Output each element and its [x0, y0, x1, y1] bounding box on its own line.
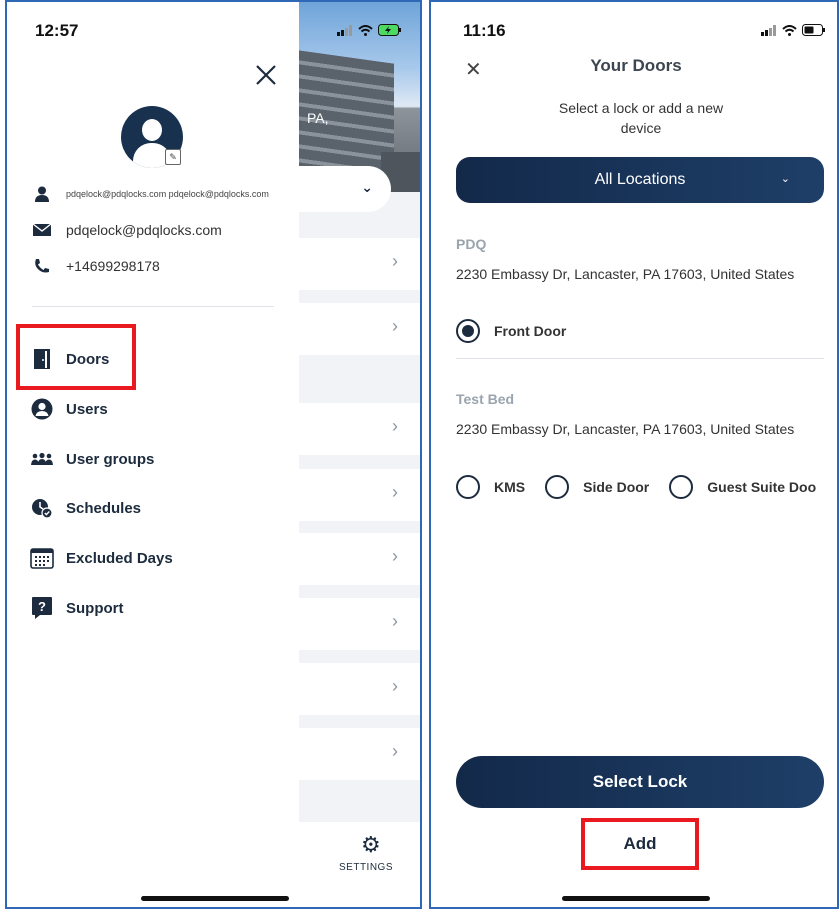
add-button[interactable]: Add	[581, 818, 699, 870]
wifi-icon	[782, 24, 797, 36]
status-icons	[761, 24, 826, 36]
chevron-right-icon: ›	[392, 676, 398, 696]
door-label[interactable]: KMS	[494, 479, 525, 495]
side-drawer: 12:57 ✎ pdqelock@pdqlocks.com pdqelock@p…	[7, 2, 299, 907]
user-group-icon	[29, 448, 55, 470]
phone-row: +14699298178	[32, 258, 160, 274]
door-radio-kms[interactable]	[456, 475, 480, 499]
user-circle-icon	[29, 398, 55, 420]
status-time: 11:16	[463, 21, 506, 40]
wifi-icon	[358, 24, 373, 36]
gear-icon: ⚙	[361, 832, 381, 857]
door-radio-side-door[interactable]	[545, 475, 570, 499]
list-item[interactable]: ›	[299, 238, 420, 290]
list-item[interactable]: ›	[299, 403, 420, 455]
list-item[interactable]: ›	[299, 598, 420, 650]
menu-item-label: Schedules	[66, 499, 142, 517]
right-phone-screen: 11:16 ✕ Your Doors Select a lock or add …	[429, 0, 839, 909]
list-item[interactable]: ›	[299, 303, 420, 355]
background-home-screen: PA, ⌄ › › › › › › › › ⚙ SETTINGS	[299, 2, 420, 907]
help-icon: ?	[29, 597, 55, 619]
door-radio-front-door[interactable]	[456, 319, 480, 343]
divider	[456, 358, 824, 359]
chevron-right-icon: ›	[392, 482, 398, 502]
chevron-right-icon: ›	[392, 546, 398, 566]
signal-icon	[761, 24, 776, 36]
left-phone-screen: PA, ⌄ › › › › › › › › ⚙ SETTINGS 12:57 ✎	[5, 0, 422, 909]
calendar-icon	[29, 547, 55, 569]
edit-icon[interactable]: ✎	[165, 149, 181, 165]
menu-item-label: Users	[66, 400, 108, 418]
list-item[interactable]: ›	[299, 533, 420, 585]
battery-charging-icon	[378, 24, 401, 36]
chevron-right-icon: ›	[392, 741, 398, 761]
home-indicator[interactable]	[141, 896, 289, 901]
divider	[32, 306, 274, 307]
status-time: 12:57	[35, 21, 79, 40]
envelope-icon	[32, 223, 52, 236]
email-row: pdqelock@pdqlocks.com	[32, 222, 222, 238]
doors-highlight-annotation	[16, 324, 136, 390]
door-label[interactable]: Side Door	[583, 479, 649, 495]
page-subtitle: Select a lock or add a new device	[558, 100, 724, 136]
location-group-name: PDQ	[456, 236, 487, 252]
menu-item-support[interactable]: ? Support	[29, 593, 124, 623]
location-select-value: All Locations	[594, 171, 686, 188]
user-email: pdqelock@pdqlocks.com	[66, 222, 222, 238]
menu-item-user-groups[interactable]: User groups	[29, 444, 154, 474]
settings-tab[interactable]: ⚙ SETTINGS	[299, 822, 420, 907]
location-select[interactable]: All Locations ⌄	[456, 157, 824, 203]
location-dropdown[interactable]: ⌄	[299, 166, 391, 212]
signal-icon	[337, 24, 352, 36]
chevron-right-icon: ›	[392, 611, 398, 631]
battery-icon	[802, 24, 825, 36]
door-label[interactable]: Front Door	[494, 323, 566, 339]
person-icon	[35, 186, 49, 202]
location-group-name: Test Bed	[456, 391, 515, 407]
door-radio-guest-suite-door[interactable]	[669, 475, 694, 499]
schedule-icon	[29, 497, 55, 519]
svg-text:?: ?	[38, 599, 46, 614]
menu-item-label: Excluded Days	[66, 549, 173, 567]
status-icons	[337, 24, 402, 36]
list-item[interactable]: ›	[299, 663, 420, 715]
page-title: Your Doors	[590, 56, 682, 75]
user-name-row: pdqelock@pdqlocks.com pdqelock@pdqlocks.…	[32, 186, 269, 202]
location-group-address: 2230 Embassy Dr, Lancaster, PA 17603, Un…	[456, 421, 795, 437]
list-item[interactable]: ›	[299, 469, 420, 521]
settings-label: SETTINGS	[339, 862, 394, 873]
chevron-right-icon: ›	[392, 251, 398, 271]
chevron-right-icon: ›	[392, 316, 398, 336]
menu-item-label: Support	[66, 599, 124, 617]
location-group-address: 2230 Embassy Dr, Lancaster, PA 17603, Un…	[456, 266, 795, 282]
location-fragment: PA,	[307, 110, 329, 126]
chevron-down-icon: ⌄	[361, 179, 373, 195]
list-item[interactable]: ›	[299, 728, 420, 780]
door-options: Front Door	[456, 319, 586, 343]
menu-item-users[interactable]: Users	[29, 394, 108, 424]
close-icon[interactable]	[253, 62, 279, 88]
menu-item-excluded-days[interactable]: Excluded Days	[29, 543, 173, 573]
chevron-down-icon: ⌄	[780, 173, 790, 185]
user-phone: +14699298178	[66, 258, 160, 274]
select-lock-button[interactable]: Select Lock	[456, 756, 824, 808]
phone-icon	[35, 259, 49, 273]
door-label[interactable]: Guest Suite Doo	[707, 479, 816, 495]
menu-item-label: User groups	[66, 450, 155, 468]
chevron-right-icon: ›	[392, 416, 398, 436]
menu-item-schedules[interactable]: Schedules	[29, 493, 141, 523]
door-options: KMS Side Door Guest Suite Doo	[456, 475, 836, 499]
user-name: pdqelock@pdqlocks.com pdqelock@pdqlocks.…	[66, 189, 269, 199]
home-indicator[interactable]	[562, 896, 710, 901]
